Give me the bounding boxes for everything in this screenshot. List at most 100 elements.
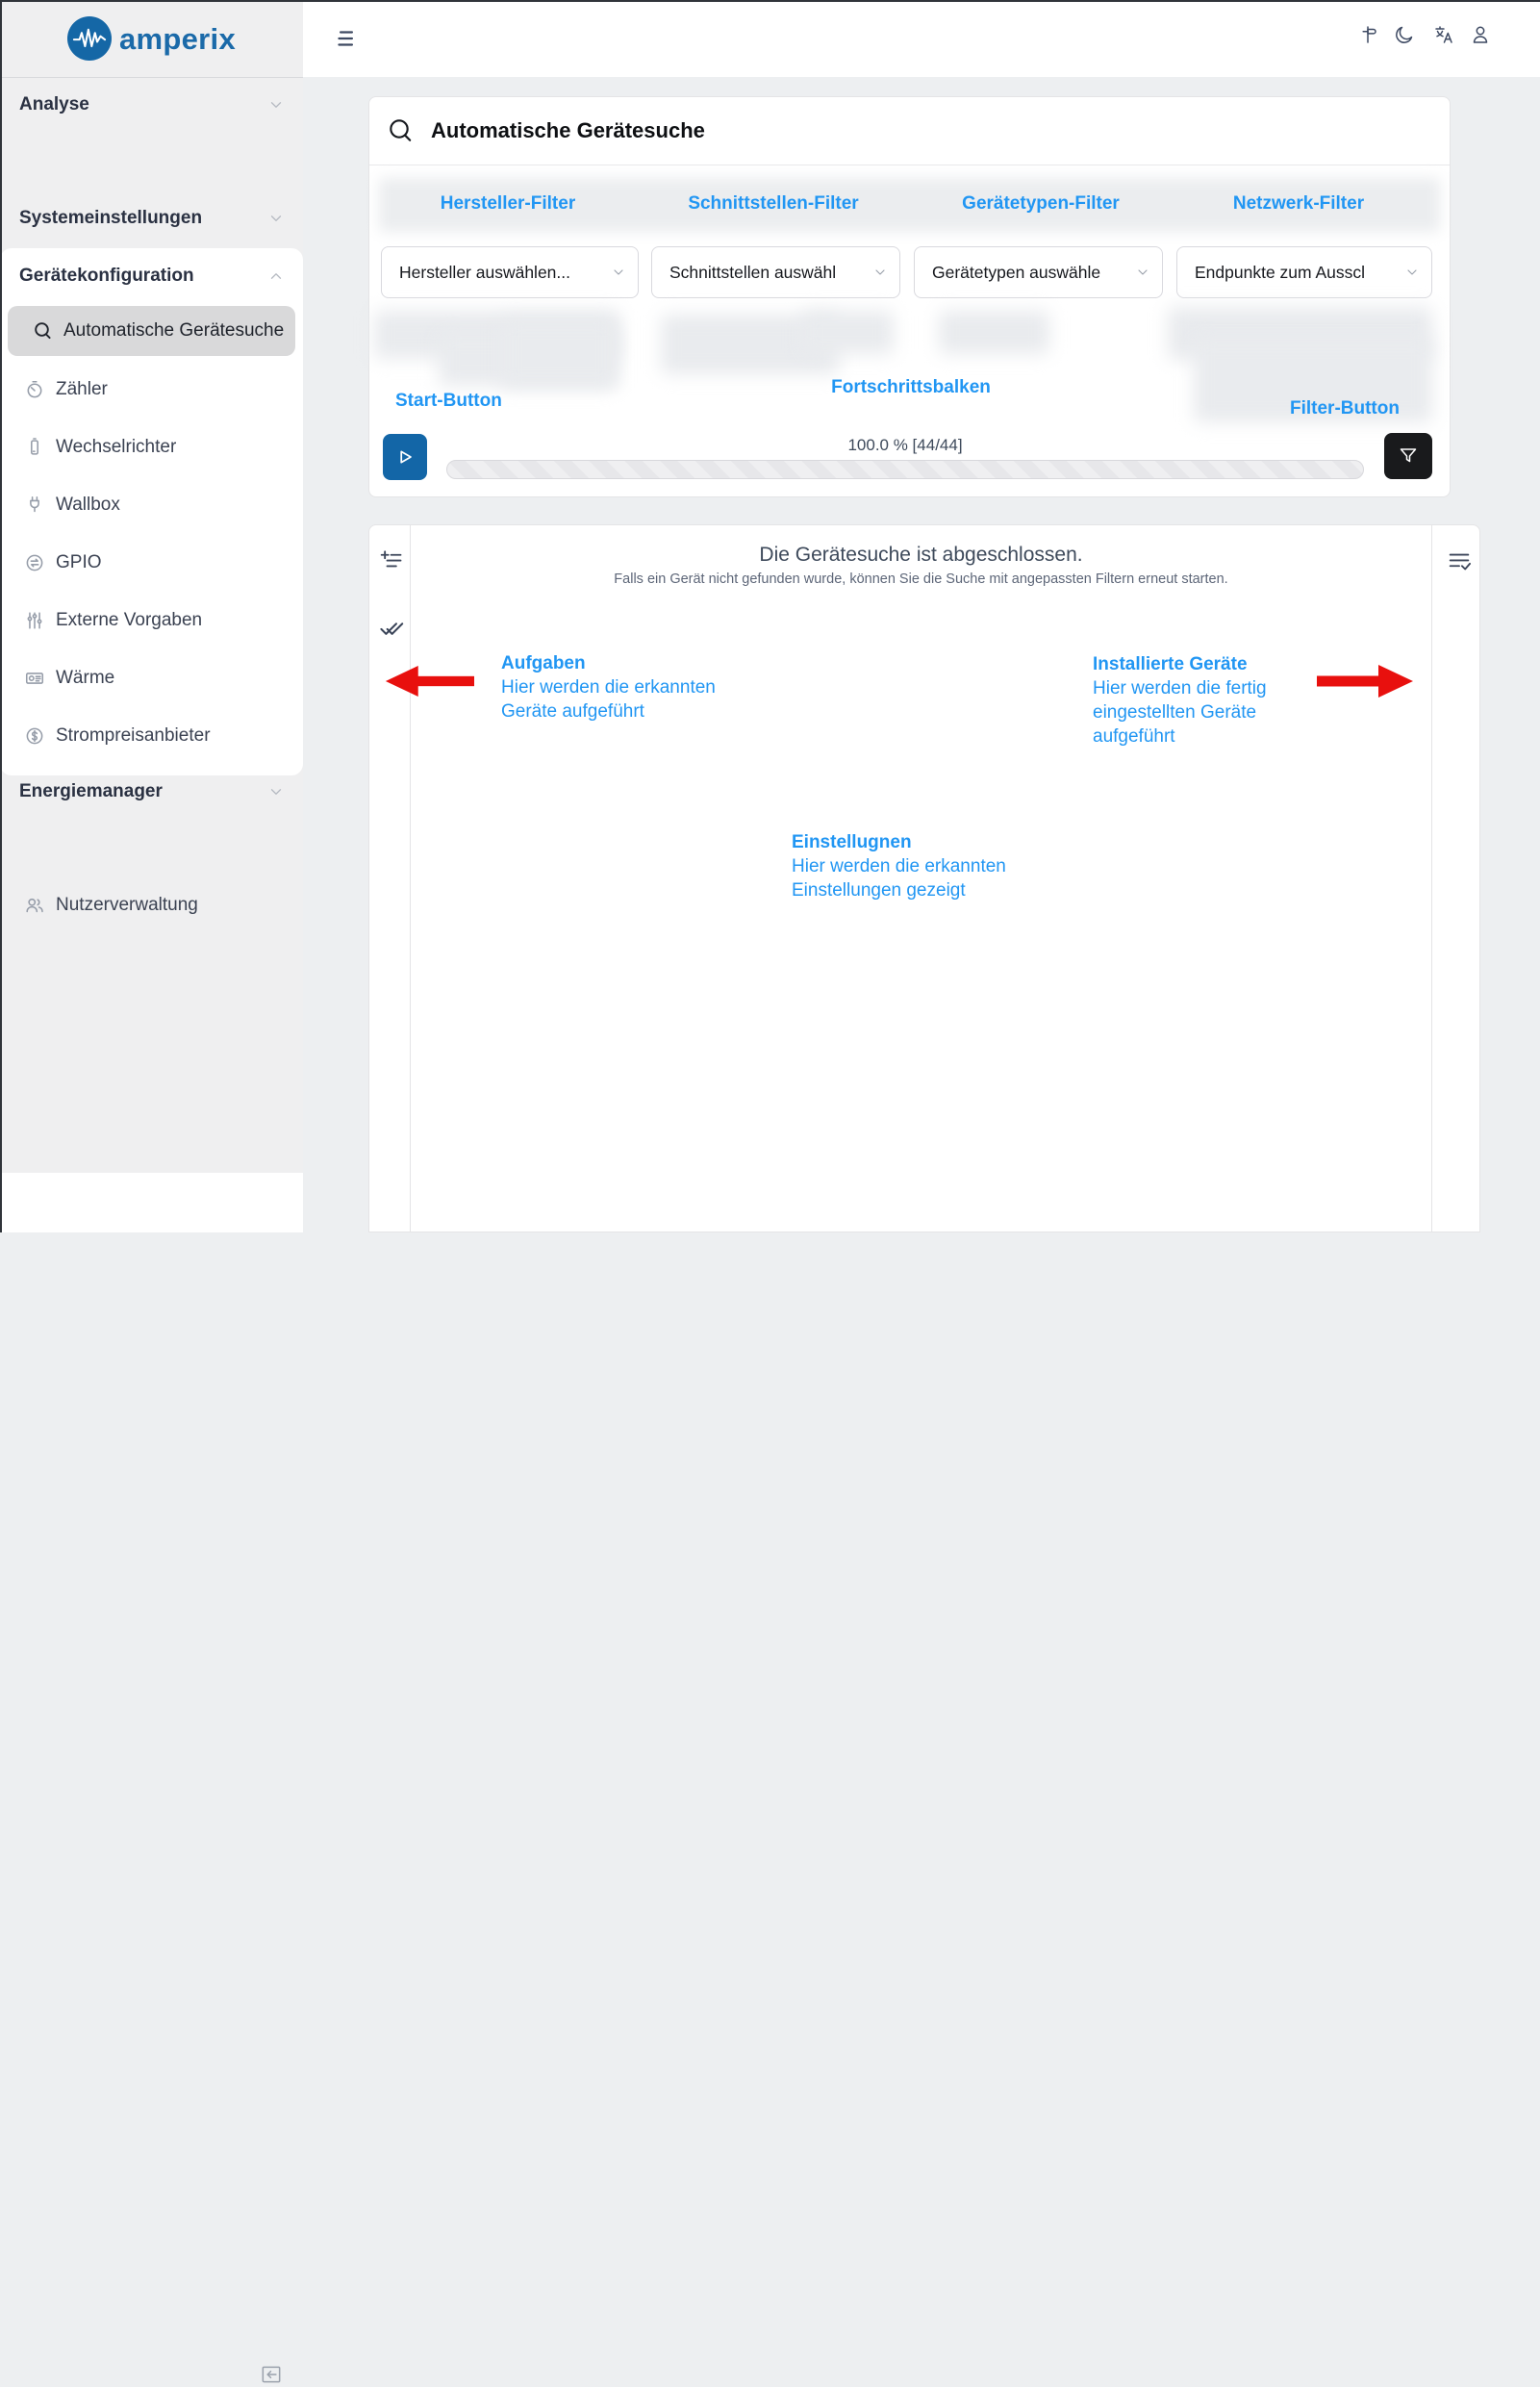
sidebar-item-wallbox[interactable]: Wallbox	[0, 488, 303, 522]
funnel-icon	[1397, 444, 1420, 468]
chevron-down-icon	[267, 210, 285, 227]
blurred-region	[802, 311, 894, 354]
arrow-right-icon	[1317, 663, 1415, 699]
sidebar-item-wechselrichter[interactable]: Wechselrichter	[0, 430, 303, 465]
sidebar-section-geraetekonfiguration[interactable]: Gerätekonfiguration	[19, 266, 285, 287]
heat-card-icon	[24, 668, 45, 689]
tasks-column-divider	[410, 525, 411, 1232]
sidebar-section-label: Systemeinstellungen	[19, 208, 202, 229]
endpunkte-select[interactable]: Endpunkte zum Ausscl	[1176, 246, 1432, 298]
sidebar-logo-divider	[0, 77, 303, 78]
annotation-text: Hier werden die erkannten Geräte aufgefü…	[501, 675, 746, 724]
sidebar-item-gpio[interactable]: GPIO	[0, 546, 303, 580]
double-check-icon[interactable]	[377, 613, 406, 642]
blurred-region	[501, 318, 617, 388]
search-complete-hint: Falls ein Gerät nicht gefunden wurde, kö…	[411, 571, 1431, 587]
progress-bar	[446, 460, 1364, 479]
chevron-up-icon	[267, 267, 285, 285]
sidebar-item-waerme[interactable]: Wärme	[0, 661, 303, 696]
search-complete-message: Die Gerätesuche ist abgeschlossen.	[411, 544, 1431, 567]
sidebar-section-label: Energiemanager	[19, 781, 163, 802]
chevron-down-icon	[611, 265, 626, 280]
user-icon[interactable]	[1469, 23, 1492, 46]
annotation-title: Aufgaben	[501, 651, 746, 675]
geraetetypen-select[interactable]: Gerätetypen auswähle	[914, 246, 1163, 298]
arrow-left-icon	[384, 663, 474, 699]
select-value: Hersteller auswählen...	[399, 263, 570, 283]
price-circle-icon	[24, 725, 45, 747]
chevron-down-icon	[1135, 265, 1150, 280]
sidebar-section-label: Gerätekonfiguration	[19, 266, 194, 287]
sidebar-item-strompreisanbieter[interactable]: Strompreisanbieter	[0, 719, 303, 753]
annotation-einstellungen: Einstellugnen Hier werden die erkannten …	[792, 830, 1042, 902]
moon-icon[interactable]	[1393, 23, 1416, 46]
sidebar-item-label: GPIO	[56, 552, 102, 573]
annotation-text: Hier werden die fertig eingestellten Ger…	[1093, 676, 1304, 749]
hersteller-select[interactable]: Hersteller auswählen...	[381, 246, 639, 298]
playlist-add-icon[interactable]	[377, 546, 404, 573]
search-results-card: Die Gerätesuche ist abgeschlossen. Falls…	[368, 524, 1480, 1232]
list-check-icon[interactable]	[1446, 547, 1473, 574]
sidebar-item-label: Externe Vorgaben	[56, 610, 202, 631]
users-icon	[24, 895, 45, 916]
select-value: Schnittstellen auswähl	[669, 263, 836, 283]
sidebar-item-label: Nutzerverwaltung	[56, 895, 198, 916]
annotation-title: Einstellugnen	[792, 830, 1042, 854]
annotation-text: Hier werden die erkannten Einstellungen …	[792, 854, 1042, 902]
search-icon	[386, 115, 417, 146]
brand-name: amperix	[119, 22, 236, 57]
sidebar-item-label: Wärme	[56, 668, 114, 689]
annotation-title: Installierte Geräte	[1093, 652, 1304, 676]
sidebar-item-label: Wallbox	[56, 495, 120, 516]
sidebar-item-label: Zähler	[56, 379, 108, 400]
annotation-start-button: Start-Button	[395, 391, 502, 412]
sidebar-footer	[0, 1173, 303, 1232]
sidebar-item-nutzerverwaltung[interactable]: Nutzerverwaltung	[0, 888, 303, 923]
chevron-down-icon	[1404, 265, 1420, 280]
annotation-schnittstellen-filter: Schnittstellen-Filter	[688, 193, 858, 215]
start-search-button[interactable]	[383, 434, 427, 480]
signpost-icon[interactable]	[1356, 23, 1379, 46]
select-value: Endpunkte zum Ausscl	[1195, 263, 1365, 283]
topbar	[303, 0, 1540, 77]
sidebar-section-label: Analyse	[19, 94, 89, 115]
chevron-down-icon	[872, 265, 888, 280]
collapse-sidebar-icon[interactable]	[259, 2362, 284, 2387]
play-icon	[392, 444, 417, 470]
device-search-card: Automatische Gerätesuche Hersteller-Filt…	[368, 96, 1451, 497]
annotation-geraetetypen-filter: Gerätetypen-Filter	[962, 193, 1120, 215]
inverter-icon	[24, 437, 45, 458]
meter-icon	[24, 379, 45, 400]
sidebar-item-label: Wechselrichter	[56, 437, 176, 458]
gpio-swap-icon	[24, 552, 45, 573]
sidebar-section-systemeinstellungen[interactable]: Systemeinstellungen	[19, 208, 285, 229]
chevron-down-icon	[267, 783, 285, 800]
chevron-down-icon	[267, 96, 285, 114]
annotation-installierte-geraete: Installierte Geräte Hier werden die fert…	[1093, 652, 1304, 749]
search-icon	[32, 319, 55, 343]
sliders-icon	[24, 610, 45, 631]
plug-icon	[24, 495, 45, 516]
annotation-filter-button: Filter-Button	[1290, 398, 1400, 419]
blurred-region	[939, 311, 1049, 354]
installed-column-divider	[1431, 525, 1432, 1232]
sidebar: amperix Analyse Systemeinstellungen Gerä…	[0, 0, 303, 1232]
sidebar-item-label: Automatische Gerätesuche	[63, 320, 284, 342]
sidebar-item-externe-vorgaben[interactable]: Externe Vorgaben	[0, 603, 303, 638]
sidebar-section-analyse[interactable]: Analyse	[19, 94, 285, 115]
filter-button[interactable]	[1384, 433, 1432, 479]
sidebar-item-zaehler[interactable]: Zähler	[0, 372, 303, 407]
annotation-aufgaben: Aufgaben Hier werden die erkannten Gerät…	[501, 651, 746, 724]
schnittstellen-select[interactable]: Schnittstellen auswähl	[651, 246, 900, 298]
sidebar-item-automatische-geraetesuche[interactable]: Automatische Gerätesuche	[8, 306, 295, 356]
select-value: Gerätetypen auswähle	[932, 263, 1100, 283]
page-title: Automatische Gerätesuche	[431, 118, 705, 143]
annotation-hersteller-filter: Hersteller-Filter	[441, 193, 575, 215]
progress-label: 100.0 % [44/44]	[446, 436, 1364, 455]
sidebar-item-label: Strompreisanbieter	[56, 725, 211, 747]
annotation-netzwerk-filter: Netzwerk-Filter	[1233, 193, 1364, 215]
menu-icon[interactable]	[334, 26, 359, 51]
sidebar-section-energiemanager[interactable]: Energiemanager	[19, 781, 285, 802]
translate-icon[interactable]	[1432, 23, 1455, 46]
annotation-fortschrittsbalken: Fortschrittsbalken	[831, 377, 991, 398]
